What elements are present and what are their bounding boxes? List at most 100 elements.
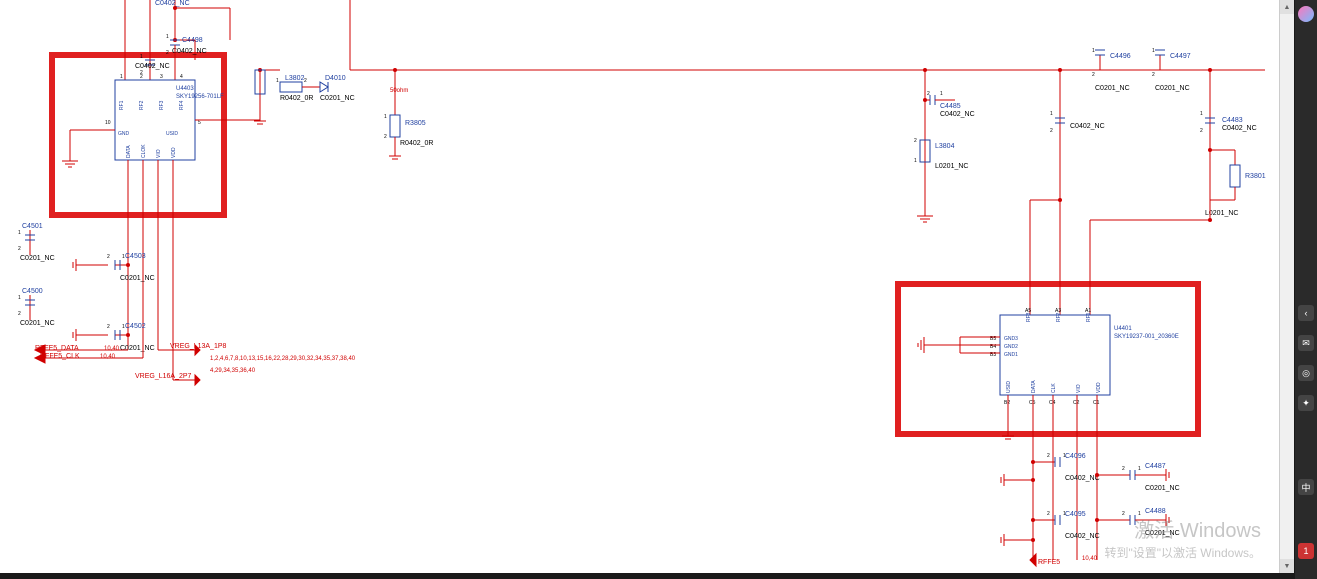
svg-text:C0201_NC: C0201_NC	[120, 345, 155, 352]
svg-text:C1: C1	[1093, 400, 1100, 406]
svg-text:C0402_NC: C0402_NC	[940, 111, 975, 118]
notification-badge[interactable]: 1	[1298, 543, 1314, 559]
svg-text:2: 2	[1122, 511, 1125, 517]
svg-text:DATA: DATA	[126, 145, 132, 158]
svg-text:B2: B2	[1004, 400, 1010, 406]
svg-text:C0402_NC: C0402_NC	[135, 63, 170, 70]
svg-text:GND1: GND1	[1004, 352, 1018, 358]
svg-text:C0201_NC: C0201_NC	[1155, 85, 1190, 92]
svg-text:U4403: U4403	[176, 86, 194, 92]
svg-text:1: 1	[1092, 48, 1095, 54]
svg-text:CLK: CLK	[1051, 383, 1057, 393]
svg-text:1: 1	[1152, 48, 1155, 54]
vertical-scrollbar[interactable]: ▲ ▼	[1279, 0, 1294, 573]
svg-text:2: 2	[18, 311, 21, 317]
svg-text:1,2,4,6,7,8,10,13,15,16,22,28,: 1,2,4,6,7,8,10,13,15,16,22,28,29,30,32,3…	[210, 356, 356, 362]
svg-text:1: 1	[166, 34, 169, 40]
schematic-canvas[interactable]: C4496 C0201_NC 2 1 C4497 C0201_NC 2 1 C448…	[0, 0, 1280, 573]
svg-text:C4095: C4095	[1065, 511, 1086, 518]
svg-text:C0402_NC: C0402_NC	[1070, 123, 1105, 130]
svg-text:C4487: C4487	[1145, 463, 1166, 470]
widget-icon[interactable]: ◎	[1298, 365, 1314, 381]
svg-text:R0402_0R: R0402_0R	[280, 95, 313, 102]
svg-text:C4503: C4503	[125, 253, 146, 260]
svg-text:1: 1	[1138, 466, 1141, 472]
svg-text:VREG_L16A_2P7: VREG_L16A_2P7	[135, 373, 192, 380]
svg-text:2: 2	[927, 91, 930, 97]
scroll-down-icon[interactable]: ▼	[1280, 559, 1294, 573]
svg-text:VIO: VIO	[1076, 384, 1082, 393]
svg-text:SKY19256-701LF: SKY19256-701LF	[176, 94, 224, 100]
svg-text:DATA: DATA	[1031, 380, 1037, 393]
svg-text:2: 2	[107, 324, 110, 330]
svg-text:C0402_NC: C0402_NC	[1222, 125, 1257, 132]
svg-text:R3805: R3805	[405, 120, 426, 127]
svg-text:C4: C4	[1049, 400, 1056, 406]
svg-text:2: 2	[1050, 128, 1053, 134]
chevron-left-icon[interactable]: ‹	[1298, 305, 1314, 321]
star-icon[interactable]: ✦	[1298, 395, 1314, 411]
svg-text:C4498: C4498	[182, 37, 203, 44]
svg-text:GND3: GND3	[1004, 336, 1018, 342]
svg-text:1: 1	[18, 230, 21, 236]
svg-text:A1: A1	[1085, 308, 1091, 314]
svg-text:C4501: C4501	[22, 223, 43, 230]
svg-text:VDD: VDD	[1096, 382, 1102, 393]
svg-text:C0201_NC: C0201_NC	[1095, 85, 1130, 92]
svg-text:RF3: RF3	[159, 100, 165, 110]
assistant-icon[interactable]	[1298, 6, 1314, 22]
svg-text:USID: USID	[1006, 381, 1012, 393]
svg-text:CLOK: CLOK	[141, 144, 147, 158]
svg-text:1: 1	[276, 78, 279, 84]
windows-activation-watermark: 激活 Windows	[1134, 514, 1261, 543]
svg-text:C0402_NC: C0402_NC	[1065, 475, 1100, 482]
svg-text:2: 2	[1122, 466, 1125, 472]
svg-text:1: 1	[914, 158, 917, 164]
highlight-u4401	[898, 284, 1198, 434]
svg-text:C4483: C4483	[1222, 117, 1243, 124]
svg-text:D4010: D4010	[325, 75, 346, 82]
svg-text:C2: C2	[1073, 400, 1080, 406]
svg-text:2: 2	[1092, 72, 1095, 78]
svg-text:C0201_NC: C0201_NC	[320, 95, 355, 102]
svg-text:C0402_NC: C0402_NC	[172, 48, 207, 55]
svg-text:1: 1	[384, 114, 387, 120]
svg-text:10,40: 10,40	[104, 346, 120, 352]
svg-text:1: 1	[140, 54, 143, 60]
svg-text:C0201_NC: C0201_NC	[120, 275, 155, 282]
chat-icon[interactable]: ✉	[1298, 335, 1314, 351]
svg-text:C4497: C4497	[1170, 53, 1191, 60]
svg-text:USID: USID	[166, 131, 178, 137]
svg-text:C4096: C4096	[1065, 453, 1086, 460]
svg-text:RF1: RF1	[119, 100, 125, 110]
svg-text:10,40: 10,40	[100, 354, 116, 360]
svg-text:RFFE5_DATA: RFFE5_DATA	[35, 345, 79, 352]
svg-text:C4496: C4496	[1110, 53, 1131, 60]
svg-text:C0201_NC: C0201_NC	[20, 255, 55, 262]
svg-text:10,40: 10,40	[1082, 556, 1098, 562]
svg-text:C0201_NC: C0201_NC	[1145, 485, 1180, 492]
svg-text:L3804: L3804	[935, 143, 955, 150]
svg-text:C0402_NC: C0402_NC	[1065, 533, 1100, 540]
svg-text:1: 1	[120, 74, 123, 80]
svg-text:C4485: C4485	[940, 103, 961, 110]
svg-text:2: 2	[1047, 453, 1050, 459]
svg-text:4,29,34,35,36,40: 4,29,34,35,36,40	[210, 368, 256, 374]
svg-text:C5: C5	[1029, 400, 1036, 406]
svg-text:2: 2	[1047, 511, 1050, 517]
ime-indicator[interactable]: 中	[1298, 479, 1314, 495]
svg-text:2: 2	[1200, 128, 1203, 134]
svg-text:GND: GND	[118, 131, 130, 137]
svg-text:L3802: L3802	[285, 75, 305, 82]
svg-text:C4500: C4500	[22, 288, 43, 295]
svg-text:R0402_0R: R0402_0R	[400, 140, 433, 147]
scroll-up-icon[interactable]: ▲	[1280, 0, 1294, 14]
svg-text:2: 2	[1152, 72, 1155, 78]
svg-text:3: 3	[160, 74, 163, 80]
svg-text:C0201_NC: C0201_NC	[20, 320, 55, 327]
svg-text:1: 1	[940, 91, 943, 97]
highlight-u4403	[52, 55, 224, 215]
svg-text:A5: A5	[1025, 308, 1031, 314]
svg-text:2: 2	[166, 50, 169, 56]
svg-text:2: 2	[18, 246, 21, 252]
